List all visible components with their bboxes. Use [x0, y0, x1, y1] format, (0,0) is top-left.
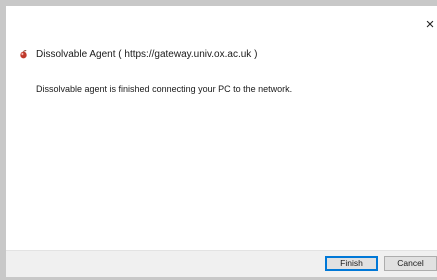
- screen: × Dissolvable Agent ( https://gateway.un…: [0, 0, 437, 280]
- dialog-footer: Finish Cancel: [6, 250, 437, 277]
- finish-button[interactable]: Finish: [325, 256, 378, 271]
- close-icon: ×: [425, 16, 435, 33]
- cancel-button[interactable]: Cancel: [384, 256, 437, 271]
- agent-dialog-window: × Dissolvable Agent ( https://gateway.un…: [0, 0, 437, 280]
- dialog-title: Dissolvable Agent ( https://gateway.univ…: [36, 48, 258, 60]
- status-message: Dissolvable agent is finished connecting…: [36, 84, 293, 94]
- close-button[interactable]: ×: [423, 16, 437, 34]
- dissolvable-agent-icon: [19, 49, 28, 59]
- dialog-header: Dissolvable Agent ( https://gateway.univ…: [19, 46, 257, 62]
